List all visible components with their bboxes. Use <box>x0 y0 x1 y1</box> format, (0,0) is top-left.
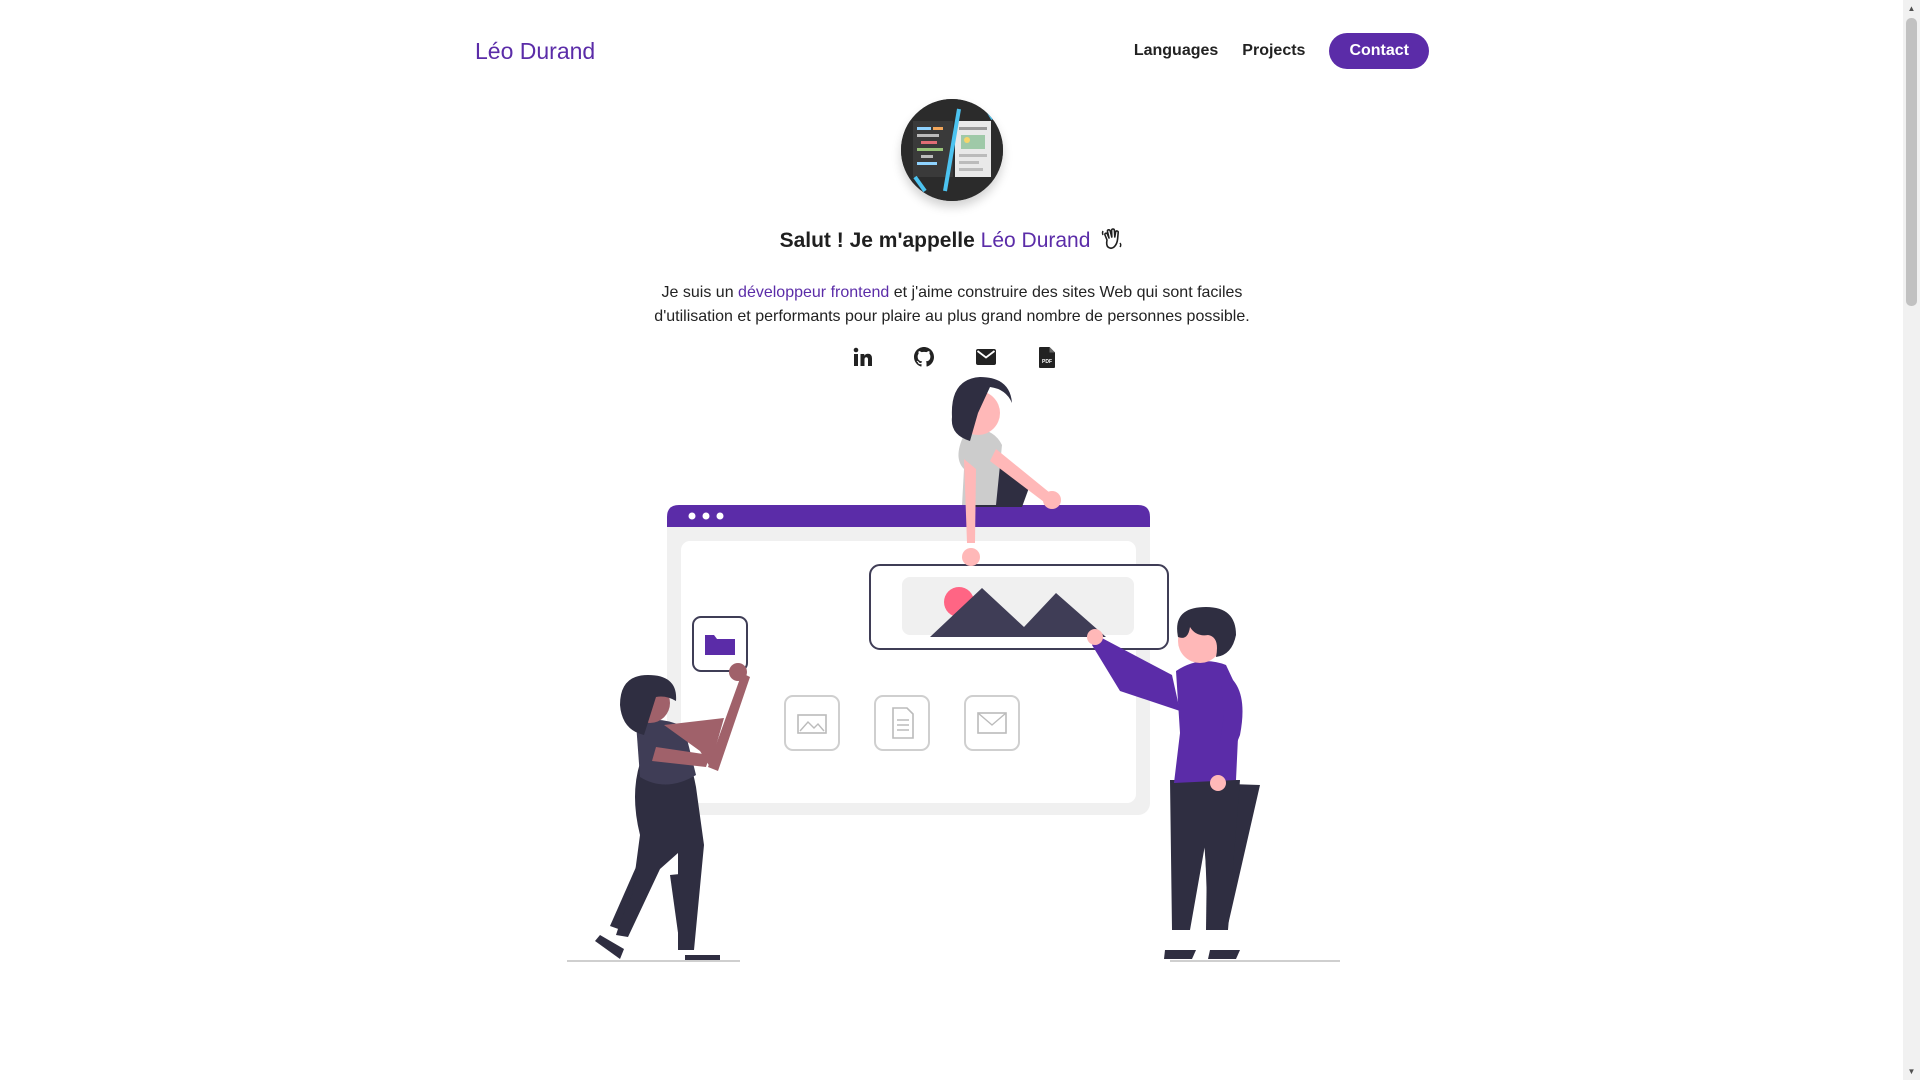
brand-logo-link[interactable]: Léo Durand <box>475 38 595 65</box>
bio-highlight: développeur frontend <box>738 284 890 301</box>
nav-link-languages[interactable]: Languages <box>1134 42 1218 60</box>
svg-text:PDF: PDF <box>1042 359 1052 365</box>
waving-hand-icon <box>1100 227 1124 251</box>
greeting-prefix: Salut ! Je m'appelle <box>779 229 975 252</box>
greeting-name: Léo Durand <box>980 229 1091 252</box>
github-link[interactable] <box>911 344 937 370</box>
bio-start: Je suis un <box>661 284 734 301</box>
scroll-down-arrow-icon[interactable]: ▼ <box>1903 1063 1920 1080</box>
avatar <box>901 99 1003 201</box>
email-link[interactable] <box>973 344 999 370</box>
contact-button[interactable]: Contact <box>1329 33 1429 69</box>
nav-link-projects[interactable]: Projects <box>1242 42 1305 60</box>
code-avatar-image <box>901 99 1003 201</box>
linkedin-link[interactable] <box>850 344 876 370</box>
social-links: PDF <box>850 344 1060 370</box>
folder-card-graphic <box>692 616 748 672</box>
scroll-up-arrow-icon[interactable]: ▲ <box>1903 0 1920 17</box>
image-card-graphic <box>869 564 1169 650</box>
github-icon <box>914 347 935 367</box>
scrollbar-thumb[interactable] <box>1906 18 1917 306</box>
navbar: Léo Durand Languages Projects Contact <box>475 30 1429 72</box>
hero-illustration <box>567 377 1340 962</box>
linkedin-icon <box>853 347 872 366</box>
bio-paragraph: Je suis un développeur frontend et j'aim… <box>652 281 1252 329</box>
vertical-scrollbar[interactable]: ▲ ▼ <box>1903 0 1920 1080</box>
greeting-heading: Salut ! Je m'appelle Léo Durand <box>0 227 1904 253</box>
cv-pdf-link[interactable]: PDF <box>1034 344 1060 370</box>
nav-links: Languages Projects Contact <box>1134 33 1429 69</box>
email-icon <box>975 349 996 365</box>
pdf-cv-icon: PDF <box>1038 346 1055 368</box>
